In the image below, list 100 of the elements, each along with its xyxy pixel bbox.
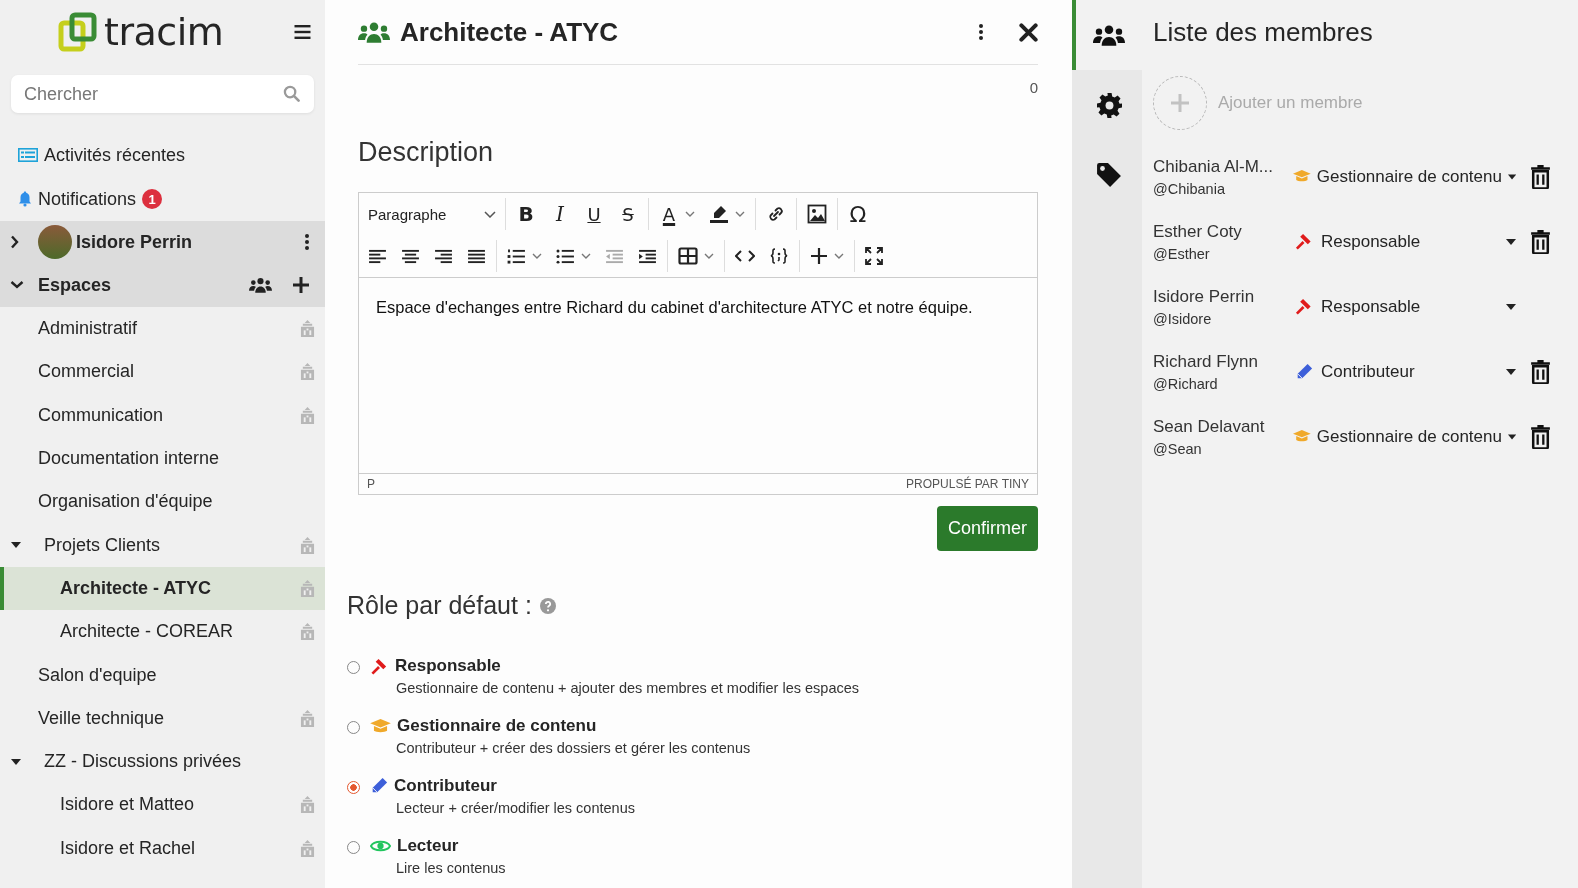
chevron-icon	[484, 210, 496, 218]
search-field[interactable]: Chercher	[11, 75, 314, 113]
justify-icon	[467, 248, 486, 264]
role-name: Gestionnaire de contenu	[397, 716, 597, 736]
space-item[interactable]: ZZ - Discussions privées	[0, 739, 325, 784]
tag-icon	[1096, 162, 1122, 188]
character-count: 0	[1028, 79, 1038, 96]
panel-title: Architecte - ATYC	[400, 16, 620, 48]
graduation-cap-icon	[1293, 169, 1311, 184]
caret-icon	[1506, 238, 1516, 245]
textcolor-button[interactable]: A	[652, 197, 702, 231]
role-description: Contributeur + créer des dossiers et gérer les contenus	[396, 740, 751, 756]
italic-button[interactable]: I	[543, 197, 577, 231]
member-username: @Sean	[1153, 440, 1203, 457]
caret-icon	[1506, 368, 1516, 375]
menu-icon[interactable]	[294, 25, 311, 39]
space-item[interactable]: Communication	[0, 393, 325, 437]
image-icon	[807, 204, 827, 224]
default-role-heading: Rôle par défaut :	[347, 591, 532, 620]
member-name: Richard Flynn	[1153, 351, 1259, 372]
element-path: P	[367, 477, 375, 491]
role-dropdown[interactable]: Responsable	[1293, 296, 1526, 317]
underline-button[interactable]: U	[577, 197, 611, 231]
numbered-list-icon	[507, 248, 526, 264]
users-icon	[358, 21, 390, 43]
caret-icon	[1507, 433, 1516, 440]
users-icon[interactable]	[249, 277, 272, 293]
trash-icon[interactable]	[1529, 424, 1551, 449]
chevron-icon[interactable]	[10, 280, 24, 290]
space-item[interactable]: Organisation d'équipe	[0, 480, 325, 524]
role-name: Responsable	[395, 656, 501, 676]
bullet-list-icon	[556, 248, 575, 264]
tracim-logo[interactable]: tracim	[58, 10, 224, 54]
role-description: Lecteur + créer/modifier les contenus	[396, 800, 635, 816]
trash-icon[interactable]	[1529, 359, 1551, 384]
trash-icon[interactable]	[1529, 164, 1551, 189]
role-description: Gestionnaire de contenu + ajouter des membres et modifier les espaces	[396, 680, 860, 696]
space-item[interactable]: Isidore et Rachel	[0, 826, 325, 870]
space-item[interactable]: Projets Clients	[0, 523, 325, 567]
member-username: @Chibania	[1153, 180, 1226, 197]
list-icon	[18, 148, 38, 162]
caret-icon[interactable]	[11, 542, 21, 549]
trash-icon[interactable]	[1529, 229, 1551, 254]
member-username: @Richard	[1153, 375, 1219, 392]
plus-icon[interactable]	[293, 277, 309, 293]
space-item[interactable]: Veille technique	[0, 696, 325, 740]
help-icon[interactable]	[539, 597, 556, 614]
role-dropdown[interactable]: Contributeur	[1293, 361, 1526, 382]
fullscreen-icon	[865, 247, 883, 265]
strike-button[interactable]: S	[611, 197, 645, 231]
member-username: @Isidore	[1153, 310, 1213, 327]
pencil-icon	[370, 777, 388, 795]
members-title: Liste des membres	[1153, 15, 1374, 49]
caret-icon	[1506, 303, 1516, 310]
format-dropdown[interactable]: Paragraphe	[361, 205, 502, 223]
outdent-icon	[605, 248, 624, 264]
members-tab[interactable]	[1072, 0, 1142, 70]
graduation-cap-icon	[1293, 429, 1311, 444]
role-dropdown[interactable]: Responsable	[1293, 231, 1526, 252]
search-icon[interactable]	[283, 85, 300, 102]
table-icon	[678, 247, 698, 265]
bell-icon	[18, 191, 32, 207]
marker-icon	[709, 204, 729, 224]
caret-icon[interactable]	[11, 758, 21, 765]
role-dropdown[interactable]: Gestionnaire de contenu	[1293, 426, 1526, 447]
space-item[interactable]: Documentation interne	[0, 436, 325, 481]
align-right-icon	[434, 248, 453, 264]
space-item[interactable]: Administratif	[0, 307, 325, 351]
description-text[interactable]: Espace d'echanges entre Richard du cabinet d'architecture ATYC et notre équipe.	[376, 298, 1020, 317]
member-name: Isidore Perrin	[1153, 286, 1256, 307]
special-button[interactable]: Ω	[841, 197, 875, 231]
more-icon[interactable]	[305, 234, 309, 250]
space-item[interactable]: Commercial	[0, 350, 325, 394]
confirm-button[interactable]: Confirmer	[937, 506, 1038, 551]
space-item[interactable]: Architecte - COREAR	[0, 610, 325, 654]
settings-icon	[1096, 92, 1122, 118]
space-item[interactable]: Architecte - ATYC	[0, 566, 325, 611]
caret-icon	[1507, 173, 1516, 180]
member-name: Esther Coty	[1153, 221, 1243, 242]
spaces-heading: Espaces	[38, 274, 113, 296]
link-icon	[766, 204, 786, 224]
nav-link[interactable]: Notifications 1	[0, 177, 325, 221]
role-name: Contributeur	[394, 776, 497, 796]
avatar	[38, 225, 72, 259]
close-icon[interactable]	[1019, 22, 1038, 42]
nav-link[interactable]: Activités récentes	[0, 133, 325, 177]
role-dropdown[interactable]: Gestionnaire de contenu	[1293, 166, 1526, 187]
eye-icon	[370, 839, 391, 853]
more-icon[interactable]	[979, 24, 983, 40]
graduation-cap-icon	[370, 718, 391, 734]
section-title: Description	[358, 137, 495, 168]
space-item[interactable]: Isidore et Matteo	[0, 783, 325, 827]
chevron-icon[interactable]	[10, 235, 20, 249]
space-item[interactable]: Salon d'equipe	[0, 653, 325, 697]
bold-button[interactable]: B	[509, 197, 543, 231]
notification-count: 1	[142, 189, 163, 209]
gavel-icon	[370, 656, 389, 676]
radio-button[interactable]	[347, 781, 360, 794]
editor-branding[interactable]: PROPULSÉ PAR TINY	[906, 477, 1029, 491]
users-icon	[1093, 24, 1125, 46]
